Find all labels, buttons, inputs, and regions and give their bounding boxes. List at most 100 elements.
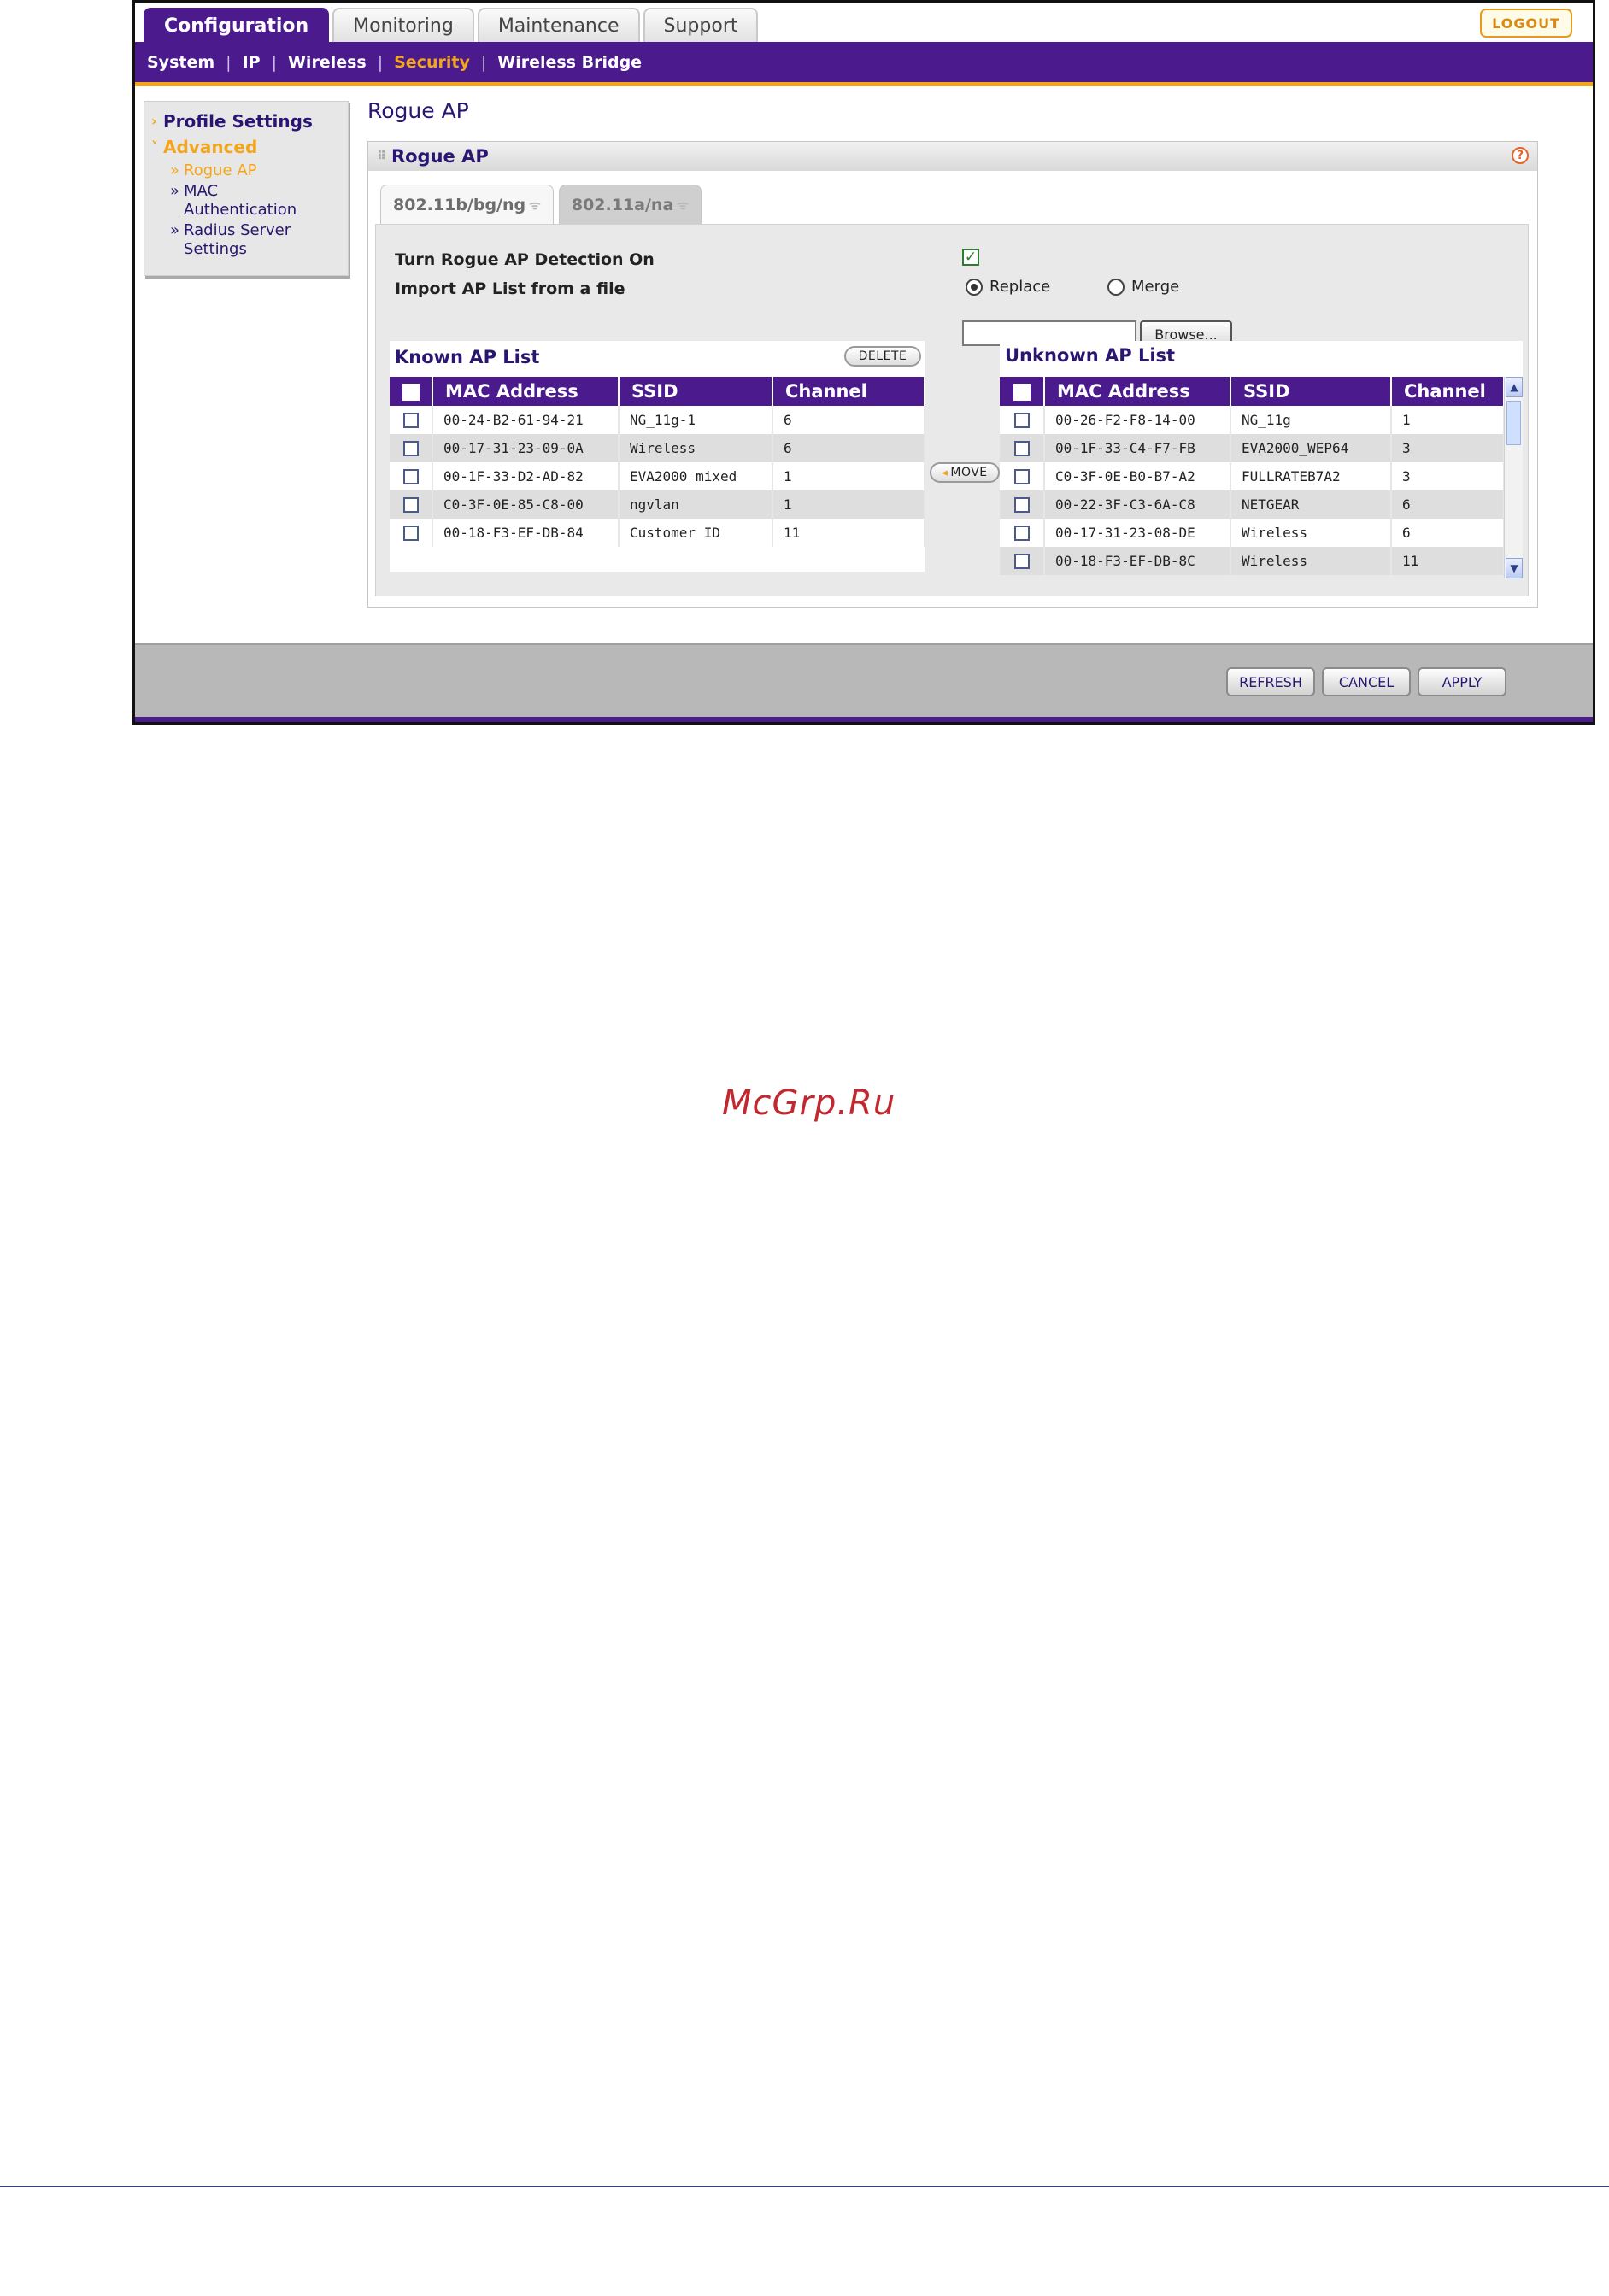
row-checkbox[interactable] [402,441,419,457]
page-title: Rogue AP [367,98,469,123]
scroll-thumb[interactable] [1506,401,1521,445]
help-icon[interactable]: ? [1512,147,1529,164]
page-divider [0,2186,1609,2187]
channel-cell: 11 [1391,547,1505,575]
detection-checkbox[interactable]: ✓ [962,249,979,266]
ssid-cell: EVA2000_WEP64 [1230,434,1392,462]
channel-cell: 3 [1391,434,1505,462]
import-replace-radio[interactable]: Replace [966,278,1050,296]
move-label: MOVE [950,466,988,479]
delete-button[interactable]: DELETE [844,346,921,367]
table-header-row: MAC Address SSID Channel [390,377,925,406]
radio-button[interactable] [966,278,983,296]
row-checkbox[interactable] [1013,441,1030,457]
tab-configuration[interactable]: Configuration [144,8,330,42]
band-tabs: 802.11b/bg/ng ᯤ 802.11a/na ᯤ [380,185,702,224]
table-row: 00-17-31-23-09-0A Wireless 6 [390,434,925,462]
row-select-cell [390,406,433,434]
select-all-checkbox[interactable] [402,384,420,401]
move-left-icon: ◂ [942,466,948,479]
unknown-list-scrollbar[interactable]: ▲ ▼ [1504,377,1523,578]
channel-cell: 3 [1391,462,1505,490]
subnav-system[interactable]: System [147,53,214,72]
subnav-wireless[interactable]: Wireless [288,53,367,72]
row-checkbox[interactable] [1013,469,1030,485]
radio-button[interactable] [1107,278,1125,296]
footer-stripe [135,717,1593,722]
row-checkbox[interactable] [1013,526,1030,542]
subnav-separator: | [271,52,277,72]
panel-header: ⠿ Rogue AP ? [368,142,1537,171]
table-row: 00-26-F2-F8-14-00 NG_11g 1 [1000,406,1505,434]
row-checkbox[interactable] [402,497,419,514]
table-row: 00-18-F3-EF-DB-8C Wireless 11 [1000,547,1505,575]
ssid-cell: Wireless [1230,547,1392,575]
menu-item-profile-settings[interactable]: › Profile Settings [151,109,341,134]
chevron-right-icon: › [151,113,157,129]
detection-label: Turn Rogue AP Detection On [395,250,655,269]
row-checkbox[interactable] [402,526,419,542]
scroll-up-icon[interactable]: ▲ [1506,377,1523,397]
mac-cell: 00-17-31-23-08-DE [1044,519,1231,547]
subnav-separator: | [480,52,487,72]
move-button[interactable]: ◂ MOVE [930,462,1000,483]
table-row: 00-1F-33-C4-F7-FB EVA2000_WEP64 3 [1000,434,1505,462]
tab-maintenance[interactable]: Maintenance [477,8,640,42]
row-checkbox[interactable] [1013,554,1030,570]
subnav-separator: | [226,52,232,72]
ssid-cell: Wireless [619,434,773,462]
tab-802-11a-na[interactable]: 802.11a/na ᯤ [558,185,702,224]
import-merge-radio[interactable]: Merge [1107,278,1179,296]
band-tab-label: 802.11a/na [571,195,674,214]
channel-cell: 6 [1391,490,1505,519]
replace-label: Replace [989,278,1051,296]
top-tab-bar: Configuration Monitoring Maintenance Sup… [135,3,1593,42]
ssid-cell: Customer ID [619,519,773,547]
scroll-down-icon[interactable]: ▼ [1506,558,1523,578]
refresh-button[interactable]: REFRESH [1226,667,1315,696]
table-row: 00-1F-33-D2-AD-82 EVA2000_mixed 1 [390,462,925,490]
menu-item-label: Rogue AP [184,161,257,179]
subnav-security[interactable]: Security [394,53,470,72]
subnav-separator: | [377,52,384,72]
mac-cell: 00-17-31-23-09-0A [432,434,620,462]
row-select-cell [1000,490,1045,519]
subnav-ip[interactable]: IP [243,53,261,72]
tab-monitoring[interactable]: Monitoring [332,8,474,42]
unknown-ap-title: Unknown AP List [1005,345,1176,366]
cancel-button[interactable]: CANCEL [1322,667,1411,696]
mac-cell: 00-26-F2-F8-14-00 [1044,406,1231,434]
mac-cell: 00-1F-33-D2-AD-82 [432,462,620,490]
mac-cell: C0-3F-0E-B0-B7-A2 [1044,462,1231,490]
column-header: MAC Address [1044,377,1231,406]
menu-item-rogue-ap[interactable]: » Rogue AP [151,161,341,180]
tab-802-11b-bg-ng[interactable]: 802.11b/bg/ng ᯤ [380,185,554,224]
menu-item-radius-server-settings[interactable]: » Radius Server Settings [151,221,341,259]
import-label: Import AP List from a file [395,279,625,298]
tab-support[interactable]: Support [643,8,759,42]
subnav-wireless-bridge[interactable]: Wireless Bridge [497,53,642,72]
row-checkbox[interactable] [402,413,419,429]
menu-item-mac-authentication[interactable]: » MAC Authentication [151,182,341,220]
table-row: 00-17-31-23-08-DE Wireless 6 [1000,519,1505,547]
select-all-checkbox[interactable] [1013,384,1031,401]
main-tabs: Configuration Monitoring Maintenance Sup… [144,8,759,42]
mac-cell: 00-22-3F-C3-6A-C8 [1044,490,1231,519]
apply-button[interactable]: APPLY [1418,667,1506,696]
settings-content: Turn Rogue AP Detection On ✓ Import AP L… [375,224,1529,596]
row-checkbox[interactable] [1013,413,1030,429]
mac-cell: 00-24-B2-61-94-21 [432,406,620,434]
double-chevron-icon: » [170,182,180,200]
channel-cell: 11 [772,519,925,547]
channel-cell: 6 [1391,519,1505,547]
rogue-ap-panel: ⠿ Rogue AP ? 802.11b/bg/ng ᯤ 802.11a/na … [367,141,1538,608]
logout-button[interactable]: LOGOUT [1480,9,1572,38]
mac-cell: C0-3F-0E-85-C8-00 [432,490,620,519]
row-select-cell [1000,462,1045,490]
menu-item-label: MAC Authentication [184,182,297,219]
row-checkbox[interactable] [1013,497,1030,514]
known-ap-title: Known AP List [395,347,540,367]
menu-item-advanced[interactable]: ˅ Advanced [151,134,341,160]
row-checkbox[interactable] [402,469,419,485]
row-select-cell [390,490,433,519]
